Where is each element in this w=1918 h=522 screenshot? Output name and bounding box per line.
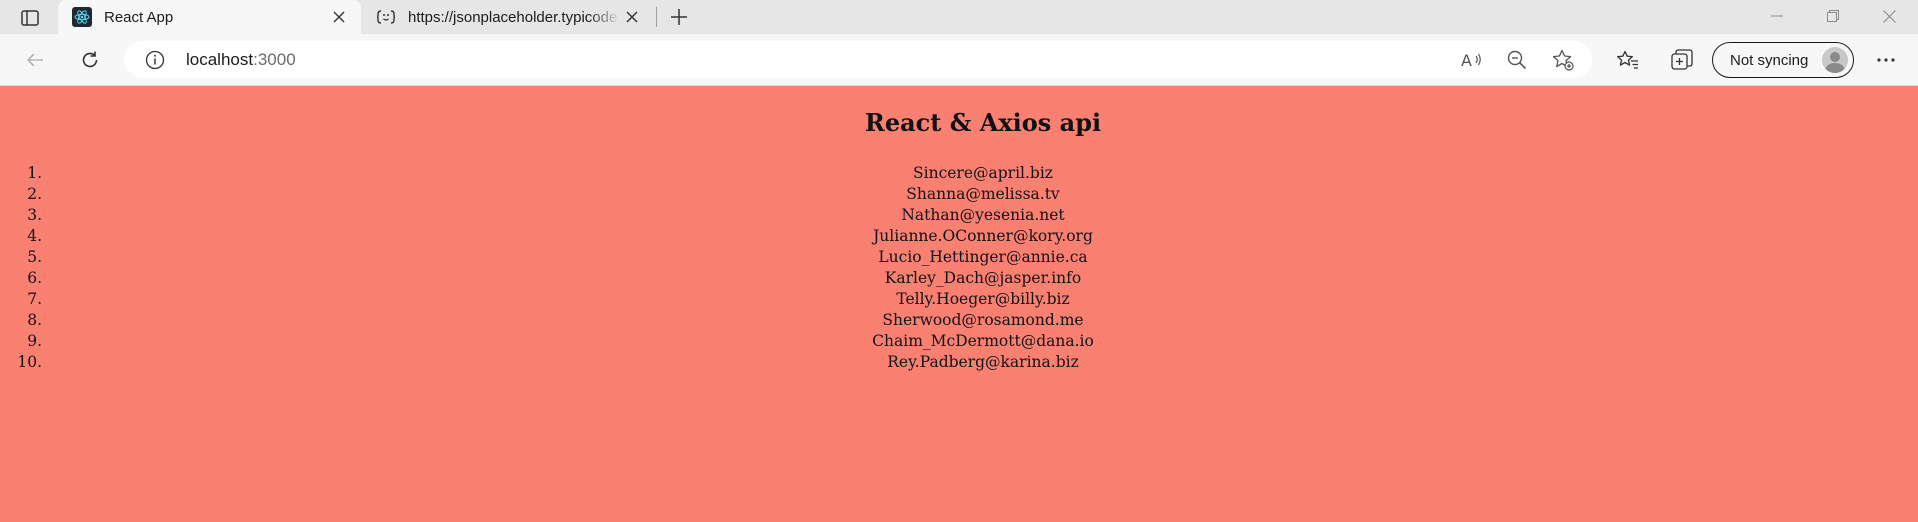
email-text: Chaim_McDermott@dana.io	[872, 332, 1094, 350]
email-text: Sherwood@rosamond.me	[882, 311, 1084, 329]
list-item: 6. Karley_Dach@jasper.info	[0, 268, 1918, 289]
list-item: 10. Rey.Padberg@karina.biz	[0, 352, 1918, 373]
list-item: 7. Telly.Hoeger@billy.biz	[0, 289, 1918, 310]
list-item: 3. Nathan@yesenia.net	[0, 205, 1918, 226]
tab-actions-icon[interactable]	[15, 6, 45, 30]
tab-title: React App	[104, 8, 174, 26]
list-number: 1.	[27, 164, 42, 182]
list-number: 10.	[17, 353, 42, 371]
back-arrow-icon[interactable]	[19, 44, 51, 76]
address-url: localhost:3000	[186, 50, 296, 70]
tab-react-app[interactable]: React App	[58, 0, 361, 34]
list-item: 9. Chaim_McDermott@dana.io	[0, 331, 1918, 352]
close-tab-icon[interactable]	[620, 5, 644, 29]
url-port: :3000	[253, 50, 296, 69]
profile-label: Not syncing	[1730, 51, 1809, 69]
list-number: 6.	[27, 269, 42, 287]
favorites-icon[interactable]	[1612, 44, 1644, 76]
list-number: 2.	[27, 185, 42, 203]
url-host: localhost	[186, 50, 254, 69]
email-list: 1. Sincere@april.biz 2. Shanna@melissa.tv …	[0, 163, 1918, 373]
read-aloud-icon[interactable]: A	[1460, 48, 1484, 72]
react-icon	[72, 7, 92, 27]
tab-jsonplaceholder[interactable]: https://jsonplaceholder.typicode.com/use…	[362, 0, 654, 34]
email-text: Rey.Padberg@karina.biz	[887, 353, 1079, 371]
restore-icon[interactable]	[1810, 0, 1856, 32]
email-text: Karley_Dach@jasper.info	[884, 269, 1082, 287]
list-item: 8. Sherwood@rosamond.me	[0, 310, 1918, 331]
minimize-icon[interactable]	[1754, 0, 1800, 32]
email-text: Lucio_Hettinger@annie.ca	[878, 248, 1088, 266]
site-info-icon[interactable]	[144, 49, 166, 71]
page-title: React & Axios api	[864, 108, 1102, 137]
email-text: Telly.Hoeger@billy.biz	[896, 290, 1070, 308]
close-tab-icon[interactable]	[327, 5, 351, 29]
list-number: 4.	[27, 227, 42, 245]
new-tab-icon[interactable]	[664, 4, 694, 30]
tab-strip: React App https://jsonplaceholder.typico…	[0, 0, 1918, 34]
list-number: 5.	[27, 248, 42, 266]
list-number: 3.	[27, 206, 42, 224]
address-bar[interactable]: localhost:3000 A	[124, 41, 1592, 78]
list-item: 2. Shanna@melissa.tv	[0, 184, 1918, 205]
list-item: 5. Lucio_Hettinger@annie.ca	[0, 247, 1918, 268]
list-item: 1. Sincere@april.biz	[0, 163, 1918, 184]
tab-title: https://jsonplaceholder.typicode.com/use…	[408, 8, 620, 26]
page-viewport: React & Axios api 1. Sincere@april.biz 2.…	[0, 86, 1918, 522]
refresh-icon[interactable]	[74, 44, 106, 76]
email-text: Sincere@april.biz	[913, 164, 1053, 182]
zoom-out-icon[interactable]	[1505, 48, 1529, 72]
collections-icon[interactable]	[1666, 44, 1698, 76]
browser-toolbar: localhost:3000 A Not syncing	[0, 34, 1918, 86]
email-text: Nathan@yesenia.net	[901, 206, 1065, 224]
email-text: Shanna@melissa.tv	[906, 185, 1060, 203]
tab-divider	[656, 7, 657, 27]
list-number: 7.	[27, 290, 42, 308]
list-number: 8.	[27, 311, 42, 329]
more-options-icon[interactable]	[1870, 44, 1902, 76]
close-window-icon[interactable]	[1866, 0, 1912, 32]
json-page-icon	[376, 7, 396, 27]
list-item: 4. Julianne.OConner@kory.org	[0, 226, 1918, 247]
email-text: Julianne.OConner@kory.org	[873, 227, 1093, 245]
profile-button[interactable]: Not syncing	[1712, 42, 1854, 78]
svg-text:A: A	[1461, 51, 1472, 70]
list-number: 9.	[27, 332, 42, 350]
avatar	[1822, 47, 1848, 73]
add-favorite-icon[interactable]	[1551, 48, 1575, 72]
